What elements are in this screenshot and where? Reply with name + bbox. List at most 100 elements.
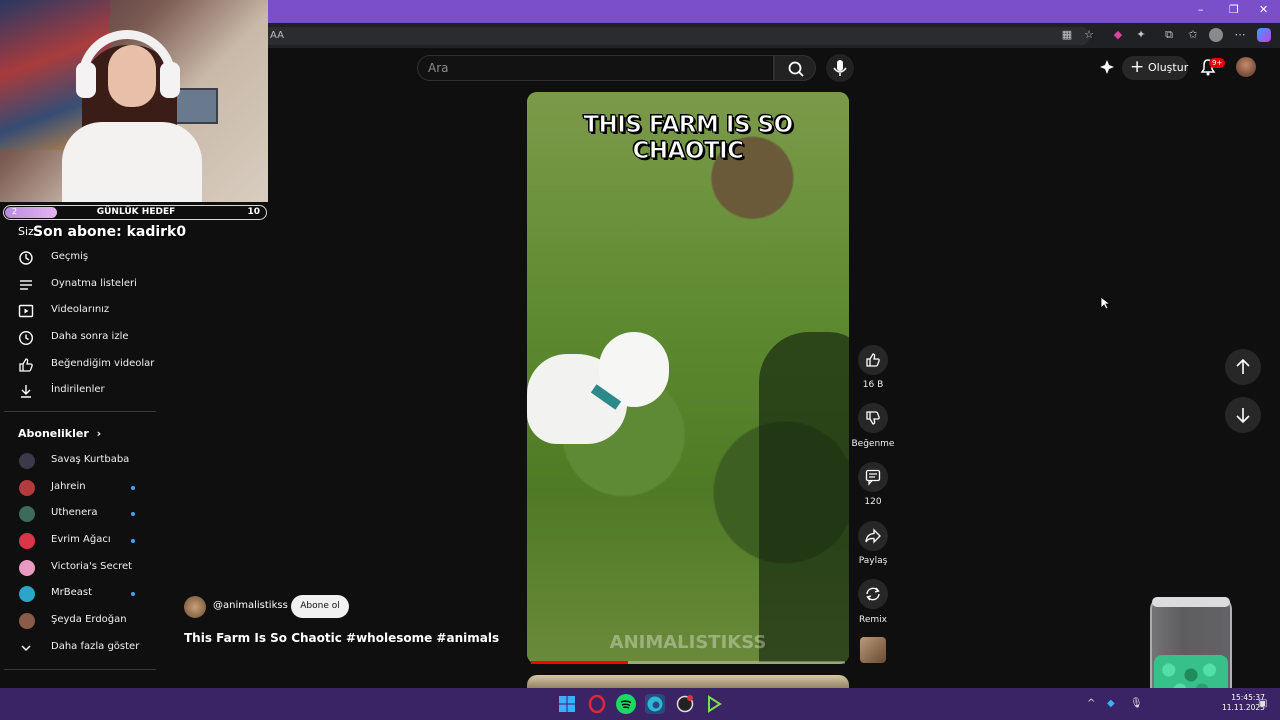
search-button[interactable] bbox=[774, 55, 816, 81]
create-button[interactable]: + Oluştur bbox=[1122, 56, 1188, 80]
mouse-cursor-icon bbox=[1100, 296, 1110, 310]
sidebar-item-label: Daha sonra izle bbox=[51, 331, 129, 342]
like-button[interactable] bbox=[858, 345, 888, 375]
sound-thumbnail[interactable] bbox=[860, 637, 886, 663]
obs-taskbar-icon[interactable] bbox=[675, 694, 695, 714]
subscription-label: MrBeast bbox=[51, 587, 93, 598]
puzzle-icon[interactable]: ✦ bbox=[1134, 28, 1148, 42]
subscribe-button[interactable]: Abone ol bbox=[291, 595, 349, 618]
subscription-item[interactable]: Savaş Kurtbaba bbox=[0, 448, 156, 474]
apps-icon[interactable]: ▦ bbox=[1060, 28, 1074, 42]
streamer-webcam bbox=[0, 0, 268, 202]
channel-avatar bbox=[19, 560, 35, 576]
subscription-item[interactable]: Uthenera bbox=[0, 501, 156, 527]
subscriptions-heading-label: Abonelikler bbox=[18, 427, 89, 440]
subscription-label: Şeyda Erdoğan bbox=[51, 614, 127, 625]
subscription-item[interactable]: Victoria's Secret bbox=[0, 555, 156, 581]
more-icon[interactable]: ⋯ bbox=[1233, 28, 1247, 42]
share-icon bbox=[865, 528, 881, 544]
channel-avatar bbox=[19, 453, 35, 469]
daily-goal-bar: 2 GÜNLÜK HEDEF 10 bbox=[3, 205, 267, 220]
subscriptions-heading[interactable]: Abonelikler › bbox=[18, 427, 101, 440]
remix-button[interactable] bbox=[858, 579, 888, 609]
address-bar[interactable]: AA bbox=[262, 27, 1090, 45]
subscription-item[interactable]: Şeyda Erdoğan bbox=[0, 608, 156, 634]
video-caption: THIS FARM IS SO CHAOTIC bbox=[583, 112, 794, 165]
show-more-button[interactable]: Daha fazla göster bbox=[0, 635, 156, 661]
minimize-icon[interactable]: – bbox=[1198, 3, 1204, 16]
microphone-icon[interactable]: 🎙 bbox=[1130, 698, 1143, 709]
restore-icon[interactable]: ❐ bbox=[1229, 3, 1239, 16]
voice-search-button[interactable] bbox=[826, 54, 854, 82]
sidebar-item-history[interactable]: Geçmiş bbox=[0, 245, 156, 271]
subscription-item[interactable]: MrBeast bbox=[0, 581, 156, 607]
opera-taskbar-icon[interactable] bbox=[587, 694, 607, 714]
sidebar-item-watch-later[interactable]: Daha sonra izle bbox=[0, 325, 156, 351]
search-placeholder: Ara bbox=[428, 61, 449, 75]
opera-icon bbox=[588, 694, 606, 714]
search-input[interactable]: Ara bbox=[417, 55, 774, 81]
channel-avatar bbox=[19, 506, 35, 522]
spotify-icon bbox=[620, 700, 632, 709]
spotify-taskbar-icon[interactable] bbox=[616, 694, 636, 714]
new-content-dot bbox=[131, 512, 135, 516]
subscription-label: Uthenera bbox=[51, 507, 98, 518]
chevron-up-icon[interactable]: ^ bbox=[1087, 698, 1095, 709]
thumbs-up-icon bbox=[866, 353, 880, 367]
sparkle-icon[interactable] bbox=[1100, 60, 1114, 74]
chevron-right-icon: › bbox=[96, 427, 102, 440]
thumbs-down-icon bbox=[866, 411, 880, 425]
dislike-button[interactable] bbox=[858, 403, 888, 433]
subscription-item[interactable]: Evrim Ağacı bbox=[0, 528, 156, 554]
channel-name[interactable]: @animalistikss bbox=[213, 600, 288, 611]
your-videos-icon bbox=[18, 304, 34, 318]
remix-label: Remix bbox=[859, 615, 887, 625]
comments-button[interactable] bbox=[858, 462, 888, 492]
sidebar-item-playlists[interactable]: Oynatma listeleri bbox=[0, 272, 156, 298]
sidebar-item-your-videos[interactable]: Videolarınız bbox=[0, 298, 156, 324]
copilot-icon[interactable] bbox=[1257, 28, 1271, 42]
sidebar-section-you[interactable]: Siz bbox=[18, 225, 34, 238]
extension-icon[interactable]: ◆ bbox=[1111, 28, 1125, 42]
search-icon bbox=[788, 61, 804, 77]
new-content-dot bbox=[131, 539, 135, 543]
sidebar-item-downloads[interactable]: İndirilenler bbox=[0, 378, 156, 404]
video-progress-fill bbox=[531, 661, 629, 664]
jar-lid bbox=[1152, 597, 1230, 607]
short-video-player[interactable]: THIS FARM IS SO CHAOTIC ANIMALISTIKSS bbox=[527, 92, 849, 664]
history-icon bbox=[19, 251, 33, 265]
split-screen-icon[interactable]: ⧉ bbox=[1162, 28, 1176, 42]
streamlabs-taskbar-icon[interactable] bbox=[704, 694, 724, 714]
subscription-item[interactable]: Jahrein bbox=[0, 475, 156, 501]
subscription-label: Victoria's Secret bbox=[51, 561, 133, 572]
watch-later-icon bbox=[18, 330, 34, 346]
sidebar-divider bbox=[4, 411, 156, 412]
edge-taskbar-icon[interactable] bbox=[645, 694, 665, 714]
network-app-icon[interactable]: ◆ bbox=[1107, 698, 1115, 709]
address-text: AA bbox=[270, 30, 284, 41]
arrow-up-icon bbox=[1236, 358, 1250, 374]
like-icon bbox=[19, 358, 33, 372]
favorites-icon[interactable]: ✩ bbox=[1186, 28, 1200, 42]
sidebar-item-liked-videos[interactable]: Beğendiğim videolar bbox=[0, 352, 156, 378]
start-button[interactable] bbox=[557, 694, 577, 714]
previous-short-button[interactable] bbox=[1225, 349, 1261, 385]
subscription-label: Evrim Ağacı bbox=[51, 534, 111, 545]
comment-icon bbox=[865, 469, 881, 486]
obs-icon bbox=[676, 695, 694, 713]
close-icon[interactable]: ✕ bbox=[1259, 3, 1268, 16]
remix-icon bbox=[866, 587, 880, 601]
goal-label: GÜNLÜK HEDEF bbox=[96, 207, 176, 217]
notification-center-icon[interactable]: ▣ bbox=[1258, 698, 1267, 709]
video-title[interactable]: This Farm Is So Chaotic #wholesome #anim… bbox=[184, 631, 499, 645]
account-avatar[interactable] bbox=[1236, 57, 1256, 77]
sidebar-item-label: Oynatma listeleri bbox=[51, 278, 137, 289]
chevron-down-icon bbox=[21, 645, 31, 652]
favorite-star-icon[interactable]: ☆ bbox=[1082, 28, 1096, 42]
new-content-dot bbox=[131, 592, 135, 596]
arrow-down-icon bbox=[1236, 408, 1250, 424]
channel-avatar[interactable] bbox=[184, 596, 206, 618]
profile-icon[interactable] bbox=[1209, 28, 1223, 42]
share-button[interactable] bbox=[858, 521, 888, 551]
next-short-button[interactable] bbox=[1225, 397, 1261, 433]
